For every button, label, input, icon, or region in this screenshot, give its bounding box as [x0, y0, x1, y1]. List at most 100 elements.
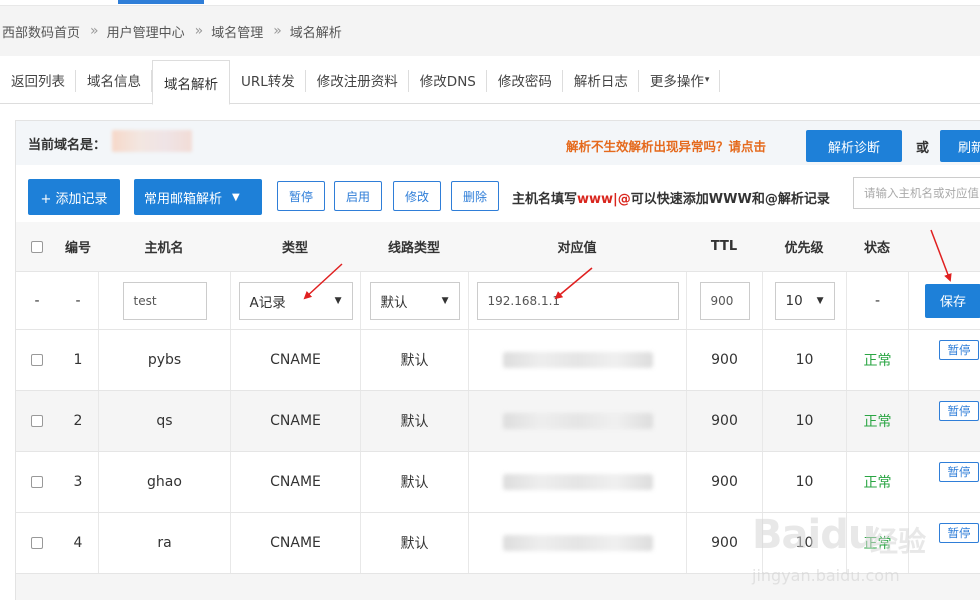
row-id: 2: [73, 413, 83, 429]
or-text: 或: [916, 141, 930, 156]
checkbox[interactable]: [31, 240, 43, 253]
row-host: ghao: [98, 452, 230, 512]
table-row: 3 ghao CNAME 默认 900 10 正常 暂停: [16, 451, 980, 512]
breadcrumb-domain-management[interactable]: 域名管理: [211, 22, 263, 41]
header-value: 对应值: [557, 241, 597, 256]
row-value-redacted: [502, 535, 653, 551]
tab-more-actions[interactable]: 更多操作 ▾: [639, 56, 721, 104]
header-status: 状态: [863, 241, 890, 256]
delete-button[interactable]: 删除: [451, 181, 499, 211]
row-host: ra: [98, 513, 230, 573]
tab-modify-registration[interactable]: 修改注册资料: [306, 56, 409, 104]
tab-bar: 返回列表 域名信息 域名解析 URL转发 修改注册资料 修改DNS 修改密码 解…: [0, 56, 980, 105]
header-select-all[interactable]: [16, 222, 58, 271]
row-pause-button[interactable]: 暂停: [939, 462, 979, 482]
new-line-select[interactable]: 默认 ▼: [369, 281, 460, 320]
row-type: CNAME: [230, 513, 360, 573]
row-priority: 10: [762, 391, 846, 451]
pause-button[interactable]: 暂停: [277, 181, 325, 211]
mail-dns-label: 常用邮箱解析: [144, 191, 223, 207]
caret-down-icon: ▾: [704, 75, 710, 85]
table-row: 1 pybs CNAME 默认 900 10 正常 暂停: [16, 329, 980, 390]
current-domain-value-redacted: [112, 130, 192, 152]
header-priority: 优先级: [784, 241, 824, 256]
row-status: 正常: [846, 452, 908, 512]
chevron-right-icon: »: [90, 23, 99, 39]
tab-url-forward[interactable]: URL转发: [230, 56, 306, 104]
watermark-url: jingyan.baidu.com: [752, 566, 900, 585]
checkbox[interactable]: [31, 354, 43, 366]
breadcrumb: 西部数码首页 » 用户管理中心 » 域名管理 » 域名解析: [0, 6, 980, 56]
baidu-watermark: Baidu 经验 jingyan.baidu.com: [752, 512, 978, 600]
new-action-cell: 保存: [908, 272, 980, 329]
new-host-input[interactable]: test: [122, 281, 207, 320]
diagnose-button[interactable]: 解析诊断: [806, 130, 902, 162]
checkbox[interactable]: [31, 476, 43, 488]
new-priority-cell: 10 ▼: [762, 272, 846, 329]
checkbox[interactable]: [31, 415, 43, 427]
new-type-cell: A记录 ▼: [230, 272, 360, 329]
breadcrumb-user-center[interactable]: 用户管理中心: [107, 22, 185, 41]
search-input[interactable]: 请输入主机名或对应值: [853, 177, 980, 209]
row-value-redacted: [502, 413, 653, 429]
row-pause-button[interactable]: 暂停: [939, 401, 979, 421]
header-host: 主机名: [144, 241, 184, 256]
table-header: 编号 主机名 类型 线路类型 对应值 TTL 优先级 状态: [16, 222, 980, 271]
row-host: pybs: [98, 330, 230, 390]
row-type: CNAME: [230, 330, 360, 390]
row-checkbox-cell: [16, 330, 58, 390]
row-status: 正常: [846, 391, 908, 451]
new-ttl-input[interactable]: 900: [699, 281, 750, 320]
row-value-cell: [468, 330, 686, 390]
row-ttl: 900: [686, 391, 762, 451]
tab-modify-dns[interactable]: 修改DNS: [409, 56, 487, 104]
new-line-value: 默认: [380, 294, 408, 311]
row-ttl: 900: [686, 330, 762, 390]
row-ttl: 900: [686, 513, 762, 573]
row-action-cell: 暂停: [908, 391, 980, 451]
row-action-cell: 暂停: [908, 452, 980, 512]
row-ttl: 900: [686, 452, 762, 512]
add-record-button[interactable]: + 添加记录: [28, 179, 120, 215]
new-line-cell: 默认 ▼: [360, 272, 468, 329]
mail-dns-button[interactable]: 常用邮箱解析 ▼: [134, 179, 262, 215]
caret-down-icon: ▼: [816, 295, 824, 306]
tab-more-actions-label: 更多操作: [649, 74, 704, 90]
modify-button[interactable]: 修改: [393, 181, 441, 211]
hostname-hint: 主机名填写www|@可以快速添加WWW和@解析记录: [512, 188, 830, 207]
enable-button[interactable]: 启用: [334, 181, 382, 211]
save-button[interactable]: 保存: [925, 283, 980, 318]
row-status: 正常: [846, 330, 908, 390]
row-value-cell: [468, 513, 686, 573]
domain-info-bar: 当前域名是： 解析不生效解析出现异常吗？请点击 解析诊断 或 刷新: [16, 121, 980, 165]
tab-dns-log[interactable]: 解析日志: [563, 56, 639, 104]
new-ttl-cell: 900: [686, 272, 762, 329]
chevron-right-icon: »: [194, 23, 204, 39]
row-action-cell: 暂停: [908, 330, 980, 390]
new-status: -: [846, 272, 908, 329]
checkbox[interactable]: [31, 537, 43, 549]
row-priority: 10: [762, 330, 846, 390]
row-value-redacted: [502, 352, 653, 368]
row-id: 3: [73, 474, 83, 490]
refresh-button[interactable]: 刷新: [940, 130, 980, 162]
tab-domain-info[interactable]: 域名信息: [76, 56, 152, 104]
row-pause-button[interactable]: 暂停: [939, 340, 979, 360]
new-value-cell: 192.168.1.1: [468, 272, 686, 329]
row-value-cell: [468, 452, 686, 512]
new-priority-value: 10: [785, 292, 803, 309]
top-accent: [118, 0, 204, 4]
header-line: 线路类型: [387, 241, 440, 256]
diagnose-warning-text[interactable]: 解析不生效解析出现异常吗？请点击: [566, 136, 766, 155]
tab-modify-password[interactable]: 修改密码: [487, 56, 563, 104]
tab-back-to-list[interactable]: 返回列表: [0, 56, 76, 104]
breadcrumb-home[interactable]: 西部数码首页: [2, 22, 80, 41]
row-line: 默认: [360, 452, 468, 512]
new-value-input[interactable]: 192.168.1.1: [476, 281, 679, 320]
row-checkbox-cell: [16, 391, 58, 451]
row-checkbox-cell: [16, 513, 58, 573]
new-type-select[interactable]: A记录 ▼: [238, 281, 353, 320]
new-priority-select[interactable]: 10 ▼: [774, 281, 835, 320]
table-row: 2 qs CNAME 默认 900 10 正常 暂停: [16, 390, 980, 451]
tab-domain-dns[interactable]: 域名解析: [152, 60, 230, 105]
